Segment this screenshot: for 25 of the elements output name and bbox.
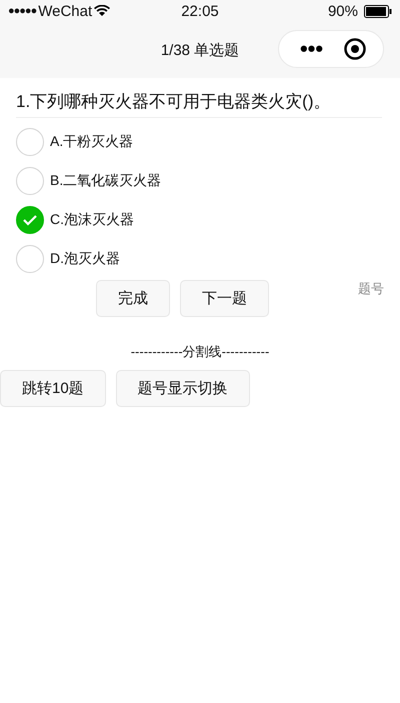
carrier-name: WeChat	[38, 2, 92, 20]
action-button[interactable]: 完成	[96, 280, 170, 317]
wifi-icon	[94, 5, 110, 17]
radio-button[interactable]	[16, 128, 44, 156]
radio-button[interactable]	[16, 166, 44, 194]
question-text: 1.下列哪种灭火器不可用于电器类火灾()。	[16, 90, 382, 118]
check-icon	[22, 214, 38, 226]
status-time: 22:05	[181, 2, 219, 20]
signal-text: ●●●●●	[8, 5, 36, 17]
action-button[interactable]: 跳转10题	[0, 370, 106, 407]
radio-button[interactable]	[16, 244, 44, 272]
answer-option[interactable]: B.二氧化碳灭火器	[16, 161, 162, 200]
divider-text: ------------分割线-----------	[130, 343, 270, 361]
radio-button[interactable]	[16, 206, 44, 234]
battery-percent: 90%	[328, 2, 358, 20]
answer-option[interactable]: A.干粉灭火器	[16, 122, 134, 161]
action-button[interactable]: 下一题	[180, 280, 269, 317]
answer-option[interactable]: D.泡灭火器	[16, 239, 120, 278]
action-button[interactable]: 题号显示切换	[116, 370, 250, 407]
nav-title: 1/38 单选题	[160, 40, 240, 60]
answer-option[interactable]: C.泡沫灭火器	[16, 200, 134, 239]
number-label: 题号	[358, 280, 384, 298]
close-target-icon[interactable]	[344, 38, 366, 60]
battery-icon	[364, 4, 392, 18]
more-button[interactable]: •••	[279, 38, 344, 60]
